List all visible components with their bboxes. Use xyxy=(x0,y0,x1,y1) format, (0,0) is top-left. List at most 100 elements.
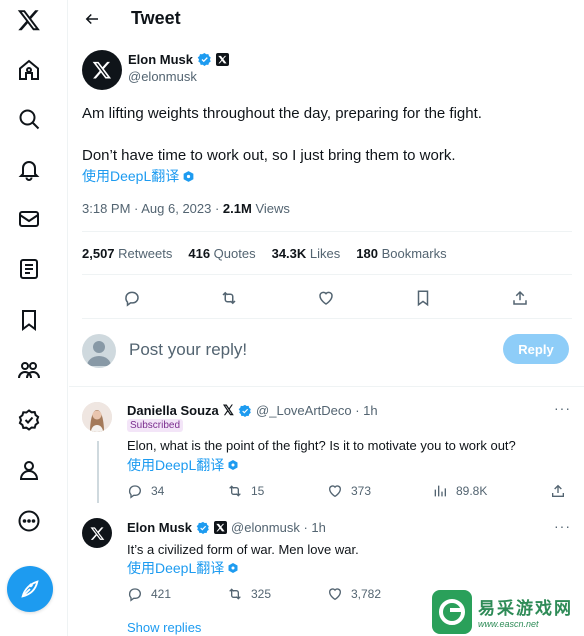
reply-handle-time[interactable]: @elonmusk · 1h xyxy=(231,520,326,535)
page-title: Tweet xyxy=(131,8,181,28)
translate-label: 使用DeepL翻译 xyxy=(127,560,225,576)
verified-badge-icon xyxy=(238,404,251,417)
tweet-time[interactable]: 3:18 PM · Aug 6, 2023 · xyxy=(82,201,223,216)
author-avatar[interactable] xyxy=(82,50,122,90)
header: Tweet xyxy=(69,0,584,38)
share-icon xyxy=(552,484,564,497)
watermark-text: 易采游戏网 www.eascn.net xyxy=(478,594,573,629)
thread-line xyxy=(97,441,99,503)
reply-author-name[interactable]: Elon Musk xyxy=(127,520,192,535)
reply-reply-button[interactable]: 421 xyxy=(127,586,171,602)
reply-text: Elon, what is the point of the fight? Is… xyxy=(127,438,516,453)
retweets-stat[interactable]: 2,507 Retweets xyxy=(82,246,172,261)
like-button[interactable] xyxy=(314,286,338,310)
retweet-icon xyxy=(229,485,241,497)
reply-avatar[interactable] xyxy=(82,402,112,432)
translate-link[interactable]: 使用DeepL翻译 xyxy=(82,166,195,186)
retweet-button[interactable] xyxy=(217,286,241,310)
reply-text: It’s a civilized form of war. Men love w… xyxy=(127,542,359,557)
translate-link[interactable]: 使用DeepL翻译 xyxy=(127,558,239,578)
translate-link[interactable]: 使用DeepL翻译 xyxy=(127,455,239,475)
more-icon[interactable] xyxy=(8,500,50,542)
reply-avatar[interactable] xyxy=(82,518,112,548)
reply-author-name[interactable]: Daniella Souza xyxy=(127,403,219,418)
more-dots-icon[interactable]: ··· xyxy=(554,518,571,534)
show-replies-link[interactable]: Show replies xyxy=(127,620,201,635)
retweet-icon xyxy=(222,291,236,305)
verified-badge-icon xyxy=(196,521,209,534)
divider xyxy=(82,231,572,232)
reply-retweet-button[interactable]: 15 xyxy=(227,483,264,499)
views-count: 2.1M xyxy=(222,201,252,216)
x-affiliate-icon xyxy=(216,53,230,66)
back-arrow-icon xyxy=(85,13,98,25)
x-mark-icon: 𝕏 xyxy=(222,402,235,418)
profile-icon[interactable] xyxy=(8,449,50,491)
communities-icon[interactable] xyxy=(8,349,50,391)
share-button[interactable] xyxy=(508,286,532,310)
more-dots-icon[interactable]: ··· xyxy=(554,400,571,416)
reply-handle-time[interactable]: @_LoveArtDeco · 1h xyxy=(256,403,378,418)
retweet-count: 325 xyxy=(251,587,272,601)
bookmark-button[interactable] xyxy=(411,286,435,310)
reply-header: Elon Musk @elonmusk · 1h xyxy=(127,520,326,535)
reply-count: 421 xyxy=(151,587,172,601)
author-name[interactable]: Elon Musk xyxy=(128,52,193,67)
tweet-text-line2: Don’t have time to work out, so I just b… xyxy=(82,147,456,164)
mail-icon[interactable] xyxy=(8,198,50,240)
lists-icon[interactable] xyxy=(8,248,50,290)
reply-icon xyxy=(125,291,139,307)
author-handle[interactable]: @elonmusk xyxy=(128,69,197,84)
watermark-url: www.eascn.net xyxy=(478,619,539,629)
reply-like-button[interactable]: 3,782 xyxy=(327,586,381,602)
reply-icon xyxy=(128,485,142,499)
x-logo-icon[interactable] xyxy=(8,0,50,41)
watermark-main: 易采游戏网 xyxy=(478,599,573,619)
reply-share-button[interactable] xyxy=(550,483,566,499)
x-affiliate-icon xyxy=(214,521,228,534)
divider xyxy=(69,386,584,387)
share-icon xyxy=(513,290,527,305)
compose-button[interactable] xyxy=(7,566,53,612)
bell-icon[interactable] xyxy=(8,148,50,190)
bookmarks-stat[interactable]: 180 Bookmarks xyxy=(356,246,446,261)
verified-badge-icon xyxy=(197,52,211,66)
reply-actions: 34 15 373 89.8K xyxy=(127,482,567,500)
reply-button[interactable] xyxy=(120,286,144,310)
views-count: 89.8K xyxy=(456,484,488,498)
tweet-stats: 2,507 Retweets 416 Quotes 34.3K Likes 18… xyxy=(82,246,447,261)
back-button[interactable] xyxy=(79,6,105,32)
retweet-icon xyxy=(229,588,241,600)
reply-views-button[interactable]: 89.8K xyxy=(432,483,487,499)
tweet-meta: 3:18 PM · Aug 6, 2023 · 2.1M Views xyxy=(82,201,290,216)
quotes-stat[interactable]: 416 Quotes xyxy=(188,246,255,261)
deepl-icon xyxy=(228,460,238,470)
divider xyxy=(82,274,572,275)
bookmark-icon[interactable] xyxy=(8,299,50,341)
reply-input[interactable] xyxy=(129,337,489,363)
bookmark-icon xyxy=(417,290,429,307)
home-icon[interactable] xyxy=(8,49,50,91)
retweet-count: 15 xyxy=(251,484,265,498)
likes-stat[interactable]: 34.3K Likes xyxy=(272,246,341,261)
subscribed-badge: Subscribed xyxy=(127,419,184,432)
watermark-logo-icon xyxy=(432,589,472,634)
verified-icon[interactable] xyxy=(8,399,50,441)
like-count: 373 xyxy=(351,484,372,498)
left-nav xyxy=(0,0,68,636)
translate-label: 使用DeepL翻译 xyxy=(127,457,225,473)
deepl-icon xyxy=(228,563,238,573)
my-avatar[interactable] xyxy=(82,334,116,368)
reply-retweet-button[interactable]: 325 xyxy=(227,586,271,602)
search-icon[interactable] xyxy=(8,98,50,140)
tweet-text-line1: Am lifting weights throughout the day, p… xyxy=(82,105,482,122)
watermark: 易采游戏网 www.eascn.net xyxy=(430,587,584,636)
deepl-icon xyxy=(183,170,194,182)
reply-reply-button[interactable]: 34 xyxy=(127,483,164,499)
like-icon xyxy=(319,291,333,305)
reply-icon xyxy=(128,588,142,602)
main-column: Tweet Elon Musk @elonmusk Am lifting wei… xyxy=(69,0,584,636)
reply-like-button[interactable]: 373 xyxy=(327,483,371,499)
reply-submit-button[interactable]: Reply xyxy=(503,334,569,364)
views-icon xyxy=(434,485,446,497)
